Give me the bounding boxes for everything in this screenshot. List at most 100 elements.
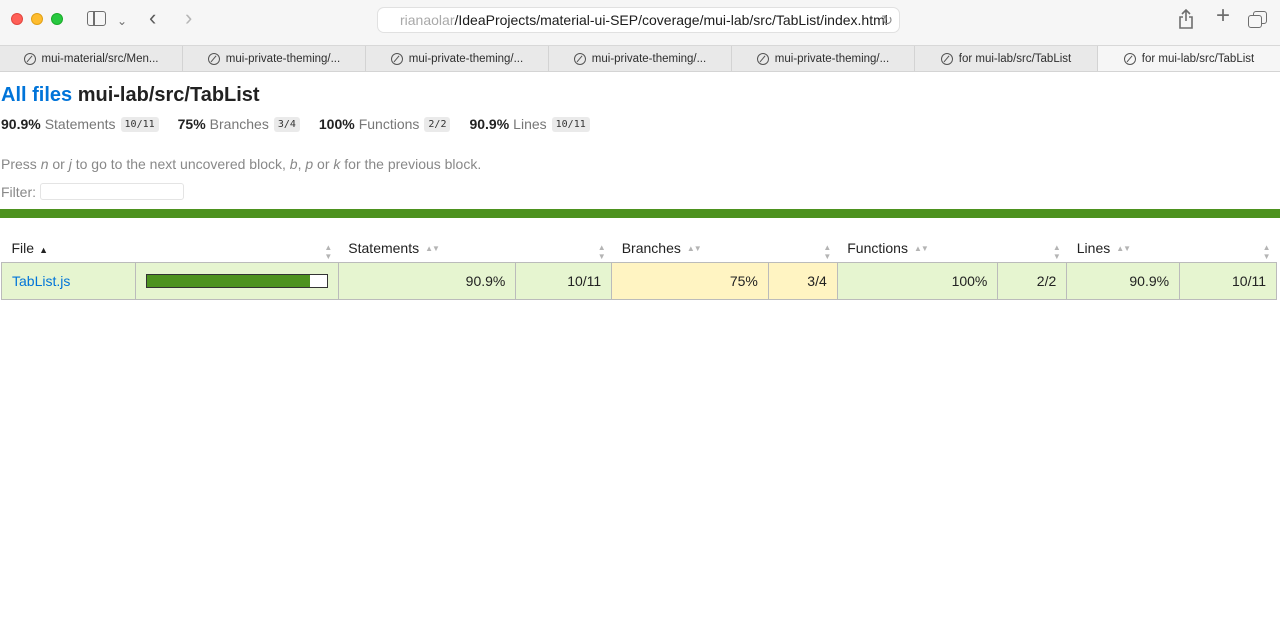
functions-column-header[interactable]: Functions ▲▼ ▲ ▼	[837, 234, 1067, 262]
summary-pct: 90.9%	[469, 116, 510, 132]
compass-icon	[390, 52, 403, 65]
header-label: Statements	[348, 239, 420, 256]
summary-label: Branches	[209, 116, 269, 132]
summary-pct: 100%	[318, 116, 355, 132]
statements-column-header[interactable]: Statements ▲▼ ▲ ▼	[338, 234, 611, 262]
browser-tab-active[interactable]: for mui-lab/src/TabList	[1098, 46, 1280, 71]
sidebar-toggle-icon[interactable]	[87, 11, 106, 26]
summary-fraction: 10/11	[120, 116, 159, 132]
browser-tab[interactable]: mui-private-theming/...	[549, 46, 732, 71]
summary-pct: 90.9%	[1, 116, 41, 132]
sort-ascending-icon: ▲	[39, 244, 48, 255]
zoom-window-button[interactable]	[51, 13, 63, 25]
functions-fraction-cell: 2/2	[997, 261, 1068, 300]
summary-fraction: 3/4	[273, 116, 300, 132]
lines-column-header[interactable]: Lines ▲▼ ▲ ▼	[1067, 234, 1277, 262]
tab-label: mui-private-theming/...	[591, 52, 707, 65]
compass-icon	[23, 52, 36, 65]
hint-key: b	[289, 156, 298, 172]
page-content: All files mui-lab/src/TabList 90.9% Stat…	[0, 72, 1280, 300]
coverage-summary: 90.9% Statements 10/11 75% Branches 3/4 …	[1, 116, 1280, 132]
close-window-button[interactable]	[11, 13, 23, 25]
hint-text: to go to the next uncovered block,	[71, 156, 290, 172]
all-files-link[interactable]: All files	[1, 84, 72, 106]
statements-fraction-cell: 10/11	[515, 261, 613, 300]
summary-functions: 100% Functions 2/2	[319, 116, 451, 132]
filter-row: Filter:	[1, 183, 1280, 200]
filter-input[interactable]	[40, 183, 184, 200]
sort-icon: ▲▼	[1052, 243, 1061, 261]
tab-label: mui-private-theming/...	[774, 52, 890, 65]
header-label: Lines	[1076, 239, 1111, 256]
url-text: /IdeaProjects/material-ui-SEP/coverage/m…	[454, 12, 888, 28]
chevron-down-icon[interactable]: ⌄	[117, 11, 127, 31]
address-bar[interactable]: rianaolar/IdeaProjects/material-ui-SEP/c…	[377, 7, 900, 33]
branches-pct-cell: 75%	[611, 261, 769, 300]
keyboard-hint: Press n or j to go to the next uncovered…	[1, 156, 1280, 172]
summary-fraction: 10/11	[551, 116, 590, 132]
compass-icon	[940, 52, 953, 65]
share-icon[interactable]	[1178, 8, 1194, 33]
summary-label: Functions	[358, 116, 420, 132]
hint-text: Press	[1, 156, 41, 172]
filter-label: Filter:	[1, 183, 36, 200]
branches-column-header[interactable]: Branches ▲▼ ▲ ▼	[612, 234, 838, 262]
tab-label: mui-private-theming/...	[225, 52, 341, 65]
sort-icon: ▲▼	[823, 243, 832, 261]
forward-arrow-icon[interactable]: ›	[185, 7, 192, 29]
file-cell: TabList.js	[1, 261, 136, 300]
sort-icon: ▲▼	[324, 243, 333, 261]
summary-lines: 90.9% Lines 10/11	[469, 116, 590, 132]
header-label: Functions	[847, 239, 908, 256]
summary-pct: 75%	[177, 116, 206, 132]
lines-pct-cell: 90.9%	[1066, 261, 1181, 300]
coverage-status-bar	[0, 209, 1280, 218]
page-title: All files mui-lab/src/TabList	[1, 72, 1280, 107]
browser-tab[interactable]: mui-private-theming/...	[732, 46, 915, 71]
table-header-row: File ▲ ▲ ▼ Statements ▲▼ ▲ ▼ Branches ▲▼ ▲ ▼ Fun…	[2, 234, 1277, 262]
compass-icon	[207, 52, 220, 65]
hint-text: for the previous block.	[340, 156, 482, 172]
sort-icon: ▲▼	[913, 243, 929, 253]
summary-branches: 75% Branches 3/4	[178, 116, 300, 132]
browser-tab[interactable]: mui-private-theming/...	[183, 46, 366, 71]
sort-icon: ▲▼	[686, 243, 702, 253]
minimize-window-button[interactable]	[31, 13, 43, 25]
compass-icon	[573, 52, 586, 65]
summary-label: Lines	[513, 116, 547, 132]
sort-icon: ▲▼	[1116, 243, 1131, 253]
sort-icon: ▲▼	[1262, 243, 1271, 261]
browser-tab[interactable]: mui-private-theming/...	[366, 46, 549, 71]
hint-text: or	[313, 156, 334, 172]
tab-label: for mui-lab/src/TabList	[958, 52, 1072, 65]
coverage-bar-column-header[interactable]: ▲ ▼	[135, 234, 338, 262]
lines-fraction-cell: 10/11	[1179, 261, 1277, 300]
hint-key: p	[305, 156, 314, 172]
tab-label: for mui-lab/src/TabList	[1141, 52, 1255, 65]
summary-fraction: 2/2	[424, 116, 451, 132]
compass-icon	[756, 52, 769, 65]
summary-label: Statements	[44, 116, 116, 132]
coverage-bar-fill	[146, 274, 311, 287]
coverage-bar-cell	[134, 261, 339, 300]
new-tab-icon[interactable]: +	[1216, 4, 1230, 28]
browser-tab[interactable]: mui-material/src/Men...	[0, 46, 183, 71]
branches-fraction-cell: 3/4	[767, 261, 838, 300]
tab-overview-icon[interactable]	[1248, 11, 1267, 28]
header-label: Branches	[621, 239, 681, 256]
current-path: mui-lab/src/TabList	[77, 84, 260, 106]
coverage-table: File ▲ ▲ ▼ Statements ▲▼ ▲ ▼ Branches ▲▼ ▲ ▼ Fun…	[1, 234, 1277, 300]
coverage-bar	[145, 273, 328, 288]
reload-icon[interactable]: ↻	[881, 8, 893, 32]
sort-icon: ▲▼	[597, 243, 606, 261]
browser-tab[interactable]: for mui-lab/src/TabList	[915, 46, 1098, 71]
tab-label: mui-private-theming/...	[408, 52, 524, 65]
back-arrow-icon[interactable]: ‹	[149, 7, 156, 29]
header-label: File	[11, 239, 35, 256]
tab-strip: mui-material/src/Men... mui-private-them…	[0, 45, 1280, 72]
sort-icon: ▲▼	[425, 243, 440, 253]
hint-text: or	[48, 156, 69, 172]
browser-toolbar: ⌄ ‹ › rianaolar/IdeaProjects/material-ui…	[0, 0, 1280, 45]
file-column-header[interactable]: File ▲	[2, 234, 136, 262]
file-link[interactable]: TabList.js	[12, 273, 70, 289]
